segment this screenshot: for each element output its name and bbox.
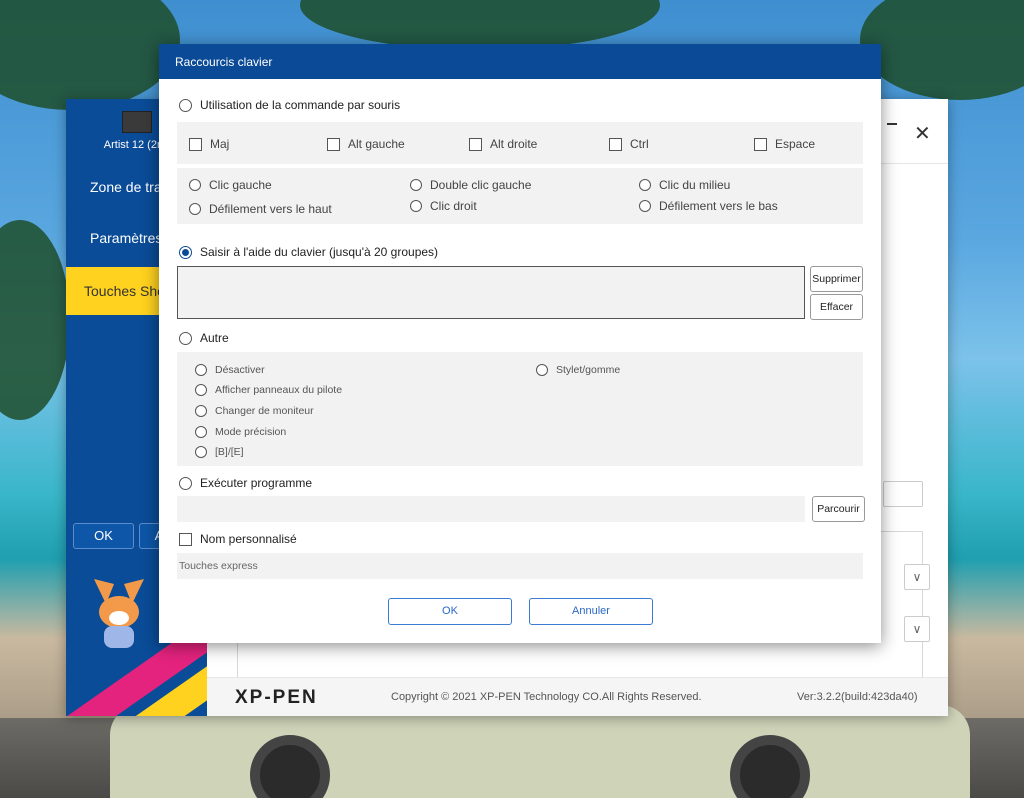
close-icon[interactable]: ✕	[914, 121, 931, 146]
left-alt-label: Alt gauche	[348, 137, 405, 151]
other-precision-mode[interactable]: Mode précision	[195, 426, 286, 438]
tablet-icon[interactable]	[122, 111, 152, 133]
double-left-click-label: Double clic gauche	[430, 178, 532, 192]
other-disable[interactable]: Désactiver	[195, 364, 265, 376]
space-checkbox[interactable]	[754, 137, 767, 151]
ok-button[interactable]: OK	[388, 598, 512, 625]
run-program-label: Exécuter programme	[200, 476, 313, 490]
mouse-command-label: Utilisation de la commande par souris	[200, 98, 401, 112]
shift-checkbox[interactable]	[189, 137, 202, 151]
delete-button[interactable]: Supprimer	[810, 266, 863, 292]
run-program-option[interactable]: Exécuter programme	[179, 476, 312, 490]
modifier-left-alt[interactable]: Alt gauche	[327, 137, 405, 151]
action-right-click[interactable]: Clic droit	[410, 199, 477, 213]
version-text: Ver:3.2.2(build:423da40)	[797, 691, 918, 703]
dialog-titlebar: Raccourcis clavier	[159, 44, 881, 79]
b-e-label: [B]/[E]	[215, 446, 244, 458]
modifier-shift[interactable]: Maj	[189, 137, 229, 151]
precision-mode-radio[interactable]	[195, 426, 207, 438]
other-switch-monitor[interactable]: Changer de moniteur	[195, 405, 314, 417]
keyboard-input-label: Saisir à l'aide du clavier (jusqu'à 20 g…	[200, 245, 439, 259]
modifier-ctrl[interactable]: Ctrl	[609, 137, 649, 151]
copyright-text: Copyright © 2021 XP-PEN Technology CO.Al…	[391, 691, 702, 703]
program-path-field[interactable]	[177, 496, 805, 522]
ctrl-label: Ctrl	[630, 137, 649, 151]
action-middle-click[interactable]: Clic du milieu	[639, 178, 730, 192]
cancel-button[interactable]: Annuler	[529, 598, 653, 625]
modifier-right-alt[interactable]: Alt droite	[469, 137, 537, 151]
keyboard-shortcuts-dialog: Raccourcis clavier Utilisation de la com…	[159, 44, 881, 643]
other-show-driver-panels[interactable]: Afficher panneaux du pilote	[195, 384, 342, 396]
middle-click-radio[interactable]	[639, 179, 651, 191]
mouse-command-option[interactable]: Utilisation de la commande par souris	[179, 98, 400, 112]
scroll-down-radio[interactable]	[639, 200, 651, 212]
pen-eraser-label: Stylet/gomme	[556, 364, 621, 376]
shift-label: Maj	[210, 137, 230, 151]
right-click-radio[interactable]	[410, 200, 422, 212]
custom-name-option[interactable]: Nom personnalisé	[179, 532, 297, 546]
keyboard-shortcut-input[interactable]	[177, 266, 805, 319]
scroll-up-radio[interactable]	[189, 203, 201, 215]
action-double-left-click[interactable]: Double clic gauche	[410, 178, 531, 192]
other-label: Autre	[200, 331, 229, 345]
space-label: Espace	[775, 137, 816, 151]
disable-radio[interactable]	[195, 364, 207, 376]
left-click-label: Clic gauche	[209, 178, 272, 192]
other-pen-eraser[interactable]: Stylet/gomme	[536, 364, 620, 376]
minimize-icon[interactable]	[887, 123, 897, 125]
action-scroll-up[interactable]: Défilement vers le haut	[189, 202, 332, 216]
scroll-up-label: Défilement vers le haut	[209, 202, 332, 216]
app-footer: XP-PEN Copyright © 2021 XP-PEN Technolog…	[207, 677, 948, 716]
xp-pen-logo: XP-PEN	[235, 687, 318, 708]
keyboard-input-radio[interactable]	[179, 245, 192, 259]
middle-click-label: Clic du milieu	[659, 178, 731, 192]
scroll-down-label: Défilement vers le bas	[659, 199, 778, 213]
app-ok-button[interactable]: OK	[73, 523, 134, 549]
b-e-radio[interactable]	[195, 446, 207, 458]
precision-mode-label: Mode précision	[215, 426, 287, 438]
custom-name-label: Nom personnalisé	[200, 532, 297, 546]
right-alt-checkbox[interactable]	[469, 137, 482, 151]
other-option[interactable]: Autre	[179, 331, 229, 345]
show-driver-panels-radio[interactable]	[195, 384, 207, 396]
action-scroll-down[interactable]: Défilement vers le bas	[639, 199, 778, 213]
run-program-radio[interactable]	[179, 476, 192, 490]
chevron-down-icon[interactable]: ∨	[904, 564, 930, 590]
double-left-click-radio[interactable]	[410, 179, 422, 191]
custom-name-field[interactable]: Touches express	[177, 553, 863, 579]
other-b-e[interactable]: [B]/[E]	[195, 446, 244, 458]
right-alt-label: Alt droite	[490, 137, 538, 151]
other-radio[interactable]	[179, 331, 192, 345]
ctrl-checkbox[interactable]	[609, 137, 622, 151]
dialog-title: Raccourcis clavier	[175, 55, 273, 69]
custom-name-checkbox[interactable]	[179, 532, 192, 546]
switch-monitor-radio[interactable]	[195, 405, 207, 417]
left-click-radio[interactable]	[189, 179, 201, 191]
app-input-field[interactable]	[883, 481, 923, 507]
show-driver-panels-label: Afficher panneaux du pilote	[215, 384, 343, 396]
modifier-space[interactable]: Espace	[754, 137, 815, 151]
mouse-command-radio[interactable]	[179, 98, 192, 112]
keyboard-input-option[interactable]: Saisir à l'aide du clavier (jusqu'à 20 g…	[179, 245, 438, 259]
disable-label: Désactiver	[215, 364, 265, 376]
browse-button[interactable]: Parcourir	[812, 496, 865, 522]
chevron-down-icon[interactable]: ∨	[904, 616, 930, 642]
pen-eraser-radio[interactable]	[536, 364, 548, 376]
left-alt-checkbox[interactable]	[327, 137, 340, 151]
right-click-label: Clic droit	[430, 199, 477, 213]
switch-monitor-label: Changer de moniteur	[215, 405, 314, 417]
action-left-click[interactable]: Clic gauche	[189, 178, 272, 192]
clear-button[interactable]: Effacer	[810, 294, 863, 320]
